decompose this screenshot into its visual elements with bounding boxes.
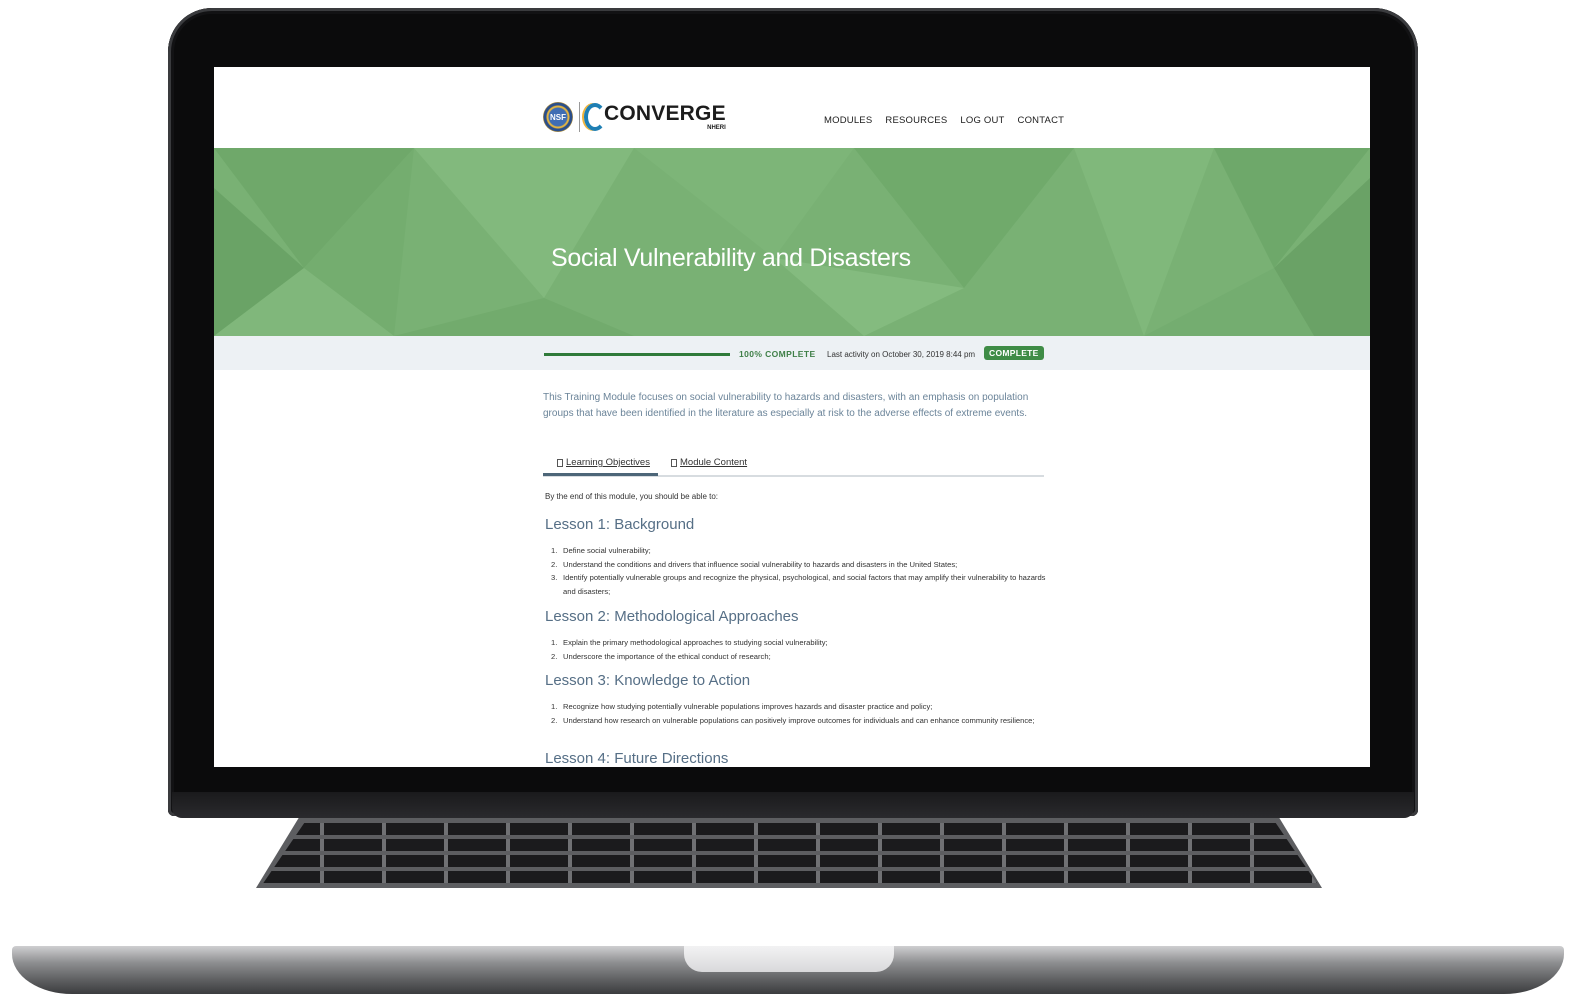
lesson-objectives-list: 1. Define social vulnerability; 2. Underst… — [545, 544, 1050, 598]
lesson-heading: Lesson 2: Methodological Approaches — [545, 608, 799, 625]
logo-name: CONVERGE — [604, 102, 726, 125]
lesson-heading: Lesson 3: Knowledge to Action — [545, 672, 751, 689]
converge-logo[interactable]: NSF CONVERGE NHERI — [543, 102, 726, 132]
progress-bar — [544, 353, 730, 356]
nav-modules[interactable]: MODULES — [824, 115, 872, 126]
lesson-objectives-list: 1. Recognize how studying potentially vul… — [545, 700, 1050, 727]
list-item-text: Understand the conditions and drivers th… — [563, 559, 958, 569]
list-item: 2. Understand how research on vulnerable … — [551, 715, 1035, 725]
list-item: 1. Define social vulnerability; — [551, 546, 651, 555]
tab-label: Learning Objectives — [566, 457, 650, 468]
tab-label: Module Content — [680, 457, 748, 468]
list-item: 1. Explain the primary methodological app… — [551, 638, 828, 647]
objectives-intro: By the end of this module, you should be… — [545, 492, 719, 501]
browser-viewport: NSF CONVERGE NHERI MODULES RESOURCES LOG… — [214, 67, 1370, 767]
progress-label: 100% COMPLETE — [739, 349, 816, 359]
page-title: Social Vulnerability and Disasters — [551, 243, 911, 272]
laptop-hinge — [172, 792, 1414, 818]
nav-log-out[interactable]: LOG OUT — [960, 115, 1004, 126]
site-header: NSF CONVERGE NHERI MODULES RESOURCES LOG… — [214, 67, 1370, 148]
converge-c-icon — [584, 103, 606, 131]
clipboard-icon — [671, 458, 677, 467]
list-item-text: Recognize how studying potentially vulne… — [563, 702, 933, 711]
nav-resources[interactable]: RESOURCES — [885, 115, 947, 126]
list-item: 2. Underscore the importance of the ethic… — [551, 651, 771, 661]
nav-contact[interactable]: CONTACT — [1018, 115, 1065, 126]
last-activity-text: Last activity on October 30, 2019 8:44 p… — [827, 350, 976, 359]
lesson-heading: Lesson 4: Future Directions — [545, 750, 729, 767]
status-badge: COMPLETE — [984, 346, 1044, 360]
logo-subtitle: NHERI — [707, 125, 726, 131]
logo-divider — [579, 102, 580, 132]
list-item-text: Underscore the importance of the ethical… — [563, 651, 771, 661]
document-icon — [557, 458, 563, 467]
module-tabs: Learning Objectives Module Content — [543, 449, 1044, 477]
module-intro: This Training Module focuses on social v… — [543, 392, 1029, 419]
logo-words: CONVERGE NHERI — [604, 103, 726, 131]
list-item: 1. Recognize how studying potentially vul… — [551, 702, 933, 711]
lesson-heading: Lesson 1: Background — [545, 516, 695, 533]
hero-banner: Social Vulnerability and Disasters — [214, 148, 1370, 336]
keyboard-keys — [262, 823, 1318, 885]
nsf-seal-icon: NSF — [543, 102, 573, 132]
lesson-objectives-list: 1. Explain the primary methodological app… — [545, 636, 1050, 663]
list-item-text: Define social vulnerability; — [563, 546, 651, 555]
list-item: 2. Understand the conditions and drivers … — [551, 559, 958, 569]
laptop-notch — [684, 946, 894, 972]
hero-polygon-pattern — [214, 148, 1370, 336]
list-item-text: Identify potentially vulnerable groups a… — [563, 573, 1046, 596]
list-item: 3. Identify potentially vulnerable groups… — [551, 573, 1046, 596]
main-nav: MODULES RESOURCES LOG OUT CONTACT — [824, 115, 1064, 126]
active-tab-indicator — [543, 473, 658, 476]
tab-module-content[interactable]: Module Content — [671, 457, 747, 468]
progress-bar-fill — [544, 353, 730, 356]
list-item-text: Explain the primary methodological appro… — [563, 638, 828, 647]
progress-strip: 100% COMPLETE Last activity on October 3… — [214, 336, 1370, 370]
nsf-seal-text: NSF — [550, 112, 566, 122]
list-item-text: Understand how research on vulnerable po… — [563, 715, 1035, 725]
tab-learning-objectives[interactable]: Learning Objectives — [557, 457, 650, 468]
